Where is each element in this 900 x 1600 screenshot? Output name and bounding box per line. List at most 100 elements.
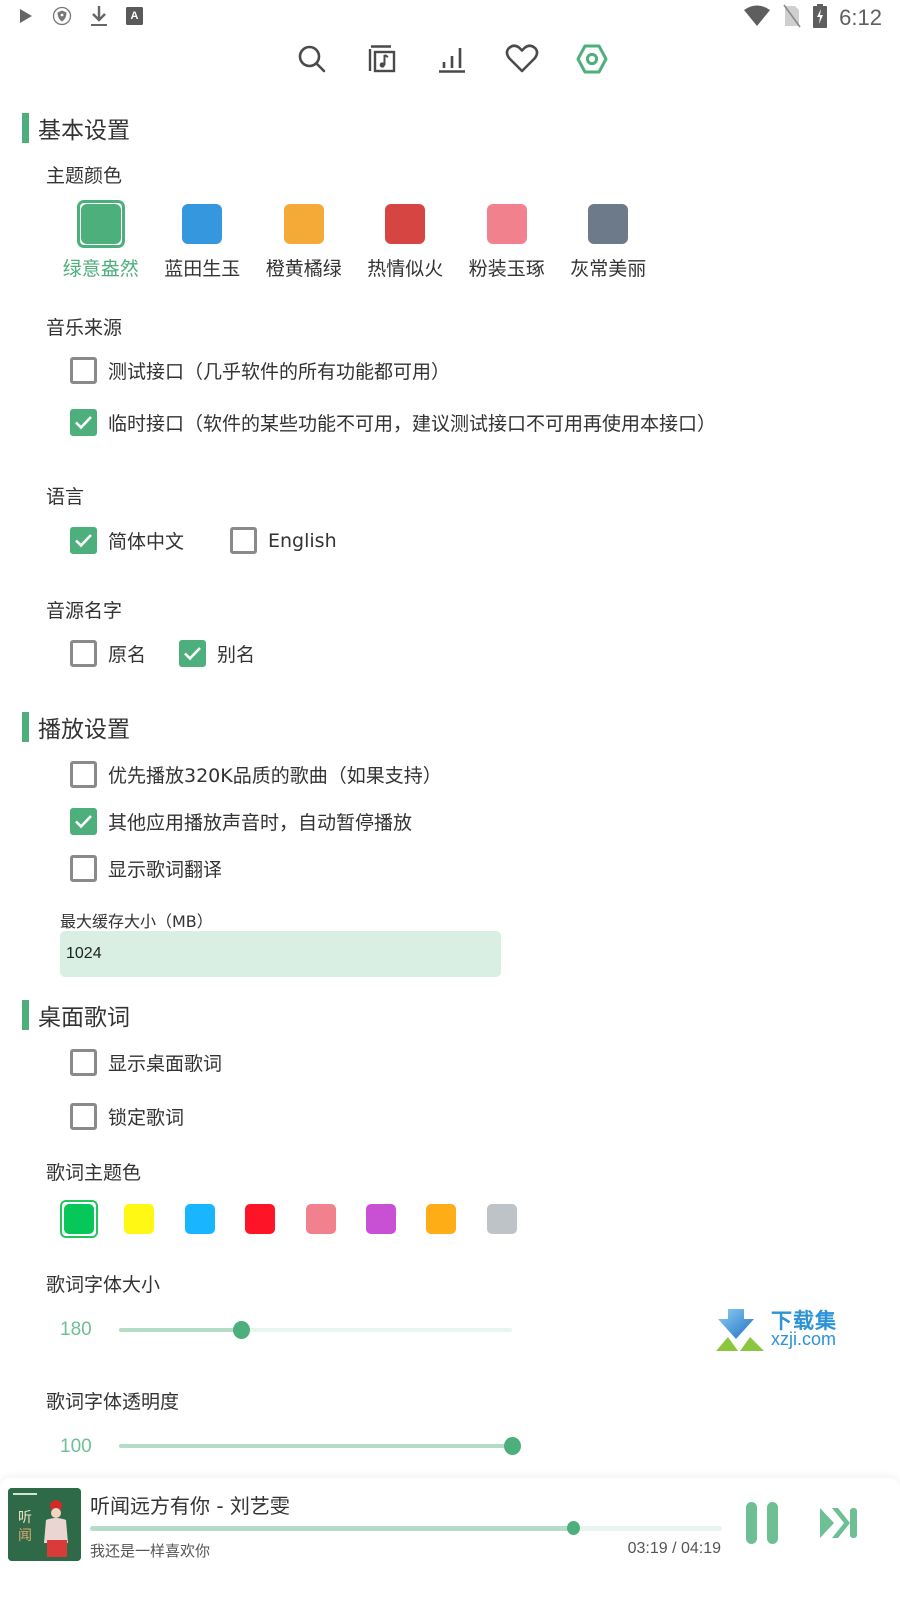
next-track-button[interactable] <box>818 1506 860 1540</box>
checkbox-label: 别名 <box>217 644 256 666</box>
wifi-icon <box>743 5 771 31</box>
checkbox-lang-en[interactable]: English <box>230 527 337 554</box>
checkbox-checked[interactable] <box>70 409 97 436</box>
checkbox-lock-lyrics[interactable]: 锁定歌词 <box>70 1103 184 1130</box>
watermark-logo: 下载集 xzji.com <box>714 1305 854 1353</box>
lyric-color-option[interactable] <box>483 1199 543 1239</box>
checkbox-auto-pause[interactable]: 其他应用播放声音时，自动暂停播放 <box>70 808 412 835</box>
checkbox-show-translation[interactable]: 显示歌词翻译 <box>70 855 222 882</box>
chart-icon <box>437 44 467 78</box>
heart-icon <box>505 44 539 78</box>
lyric-color-option[interactable] <box>241 1199 301 1239</box>
theme-swatch <box>486 204 527 244</box>
playback-progress[interactable] <box>90 1521 722 1535</box>
source-name-label: 音源名字 <box>46 600 123 622</box>
slider-thumb[interactable] <box>232 1321 250 1339</box>
status-bar-left: A <box>18 6 143 30</box>
album-art: 听 闻 <box>8 1488 81 1561</box>
music-library-icon <box>367 44 397 78</box>
theme-option[interactable]: 粉装玉琢 <box>456 200 558 281</box>
theme-name: 灰常美丽 <box>570 258 647 280</box>
cache-size-input[interactable] <box>60 931 501 977</box>
theme-option[interactable]: 橙黄橘绿 <box>253 200 355 281</box>
nav-search[interactable] <box>293 42 331 80</box>
lyric-swatch <box>426 1204 457 1234</box>
section-desktop-lyrics: 桌面歌词 <box>22 999 130 1031</box>
checkbox-label: 临时接口（软件的某些功能不可用，建议测试接口不可用再使用本接口） <box>108 413 717 435</box>
checkbox-unchecked[interactable] <box>70 855 97 882</box>
slider-thumb[interactable] <box>504 1437 521 1455</box>
checkbox-unchecked[interactable] <box>70 640 97 667</box>
nav-music-library[interactable] <box>363 42 401 80</box>
theme-color-label: 主题颜色 <box>46 165 123 187</box>
checkbox-temp-api[interactable]: 临时接口（软件的某些功能不可用，建议测试接口不可用再使用本接口） <box>70 409 716 436</box>
theme-option[interactable]: 灰常美丽 <box>558 200 660 281</box>
lyric-color-option[interactable] <box>120 1199 180 1239</box>
music-source-label: 音乐来源 <box>46 317 123 339</box>
song-title: 听闻远方有你 - 刘艺雯 <box>90 1494 290 1518</box>
status-bar-right: 6:12 <box>743 4 882 32</box>
lyric-color-option[interactable] <box>60 1199 120 1239</box>
progress-fill <box>90 1526 574 1531</box>
theme-swatch <box>385 204 426 244</box>
checkbox-checked[interactable] <box>70 527 97 554</box>
checkbox-test-api[interactable]: 测试接口（几乎软件的所有功能都可用） <box>70 357 450 384</box>
section-title: 播放设置 <box>38 717 130 743</box>
theme-option[interactable]: 蓝田生玉 <box>152 200 254 281</box>
slider-fill <box>119 1444 512 1448</box>
theme-option[interactable]: 绿意盎然 <box>50 200 152 281</box>
theme-option[interactable]: 热情似火 <box>355 200 457 281</box>
section-accent-bar <box>22 712 29 742</box>
theme-color-picker: 绿意盎然 蓝田生玉 橙黄橘绿 热情似火 粉装玉琢 灰常美丽 <box>50 200 659 281</box>
playback-time: 03:19 / 04:19 <box>627 1540 721 1557</box>
checkbox-original-name[interactable]: 原名 <box>70 640 146 667</box>
checkbox-lang-zh[interactable]: 简体中文 <box>70 527 184 554</box>
watermark-en: xzji.com <box>771 1329 837 1349</box>
album-cover[interactable]: 听 闻 <box>8 1488 81 1561</box>
lyric-font-size-slider[interactable] <box>119 1321 512 1339</box>
checkbox-unchecked[interactable] <box>70 1103 97 1130</box>
lyric-color-option[interactable] <box>362 1199 422 1239</box>
checkbox-label: 优先播放320K品质的歌曲（如果支持） <box>108 765 442 787</box>
svg-text:闻: 闻 <box>18 1528 32 1544</box>
checkbox-unchecked[interactable] <box>70 357 97 384</box>
font-icon: A <box>126 7 143 29</box>
lyric-color-option[interactable] <box>181 1199 241 1239</box>
lyric-swatch <box>64 1204 94 1234</box>
checkbox-prefer-320k[interactable]: 优先播放320K品质的歌曲（如果支持） <box>70 761 442 788</box>
lyric-swatch <box>486 1204 517 1234</box>
lyric-color-option[interactable] <box>422 1199 482 1239</box>
settings-icon <box>576 44 608 78</box>
top-navigation <box>0 42 900 84</box>
checkbox-checked[interactable] <box>179 640 206 667</box>
checkbox-show-desktop-lyrics[interactable]: 显示桌面歌词 <box>70 1049 222 1076</box>
language-label: 语言 <box>46 486 85 508</box>
checkbox-unchecked[interactable] <box>70 1049 97 1076</box>
lyric-swatch <box>365 1204 396 1234</box>
svg-text:听: 听 <box>18 1510 32 1526</box>
checkbox-unchecked[interactable] <box>70 761 97 788</box>
section-basic-settings: 基本设置 <box>22 112 130 144</box>
lyric-swatch <box>124 1204 155 1234</box>
lyric-font-size-value: 180 <box>60 1319 92 1340</box>
nav-settings[interactable] <box>573 42 611 80</box>
nav-charts[interactable] <box>433 42 471 80</box>
nav-favorites[interactable] <box>503 42 541 80</box>
skip-next-icon <box>820 1508 857 1538</box>
lyric-color-option[interactable] <box>302 1199 362 1239</box>
progress-thumb[interactable] <box>567 1521 581 1535</box>
clock: 6:12 <box>839 5 882 30</box>
pause-button[interactable] <box>746 1502 786 1544</box>
cache-size-label: 最大缓存大小（MB） <box>60 912 213 931</box>
theme-swatch <box>182 204 223 244</box>
checkbox-unchecked[interactable] <box>230 527 257 554</box>
lyric-opacity-slider[interactable] <box>119 1437 521 1455</box>
search-icon <box>297 44 327 78</box>
lyric-opacity-value: 100 <box>60 1436 92 1457</box>
checkbox-label: 其他应用播放声音时，自动暂停播放 <box>108 812 413 834</box>
lyric-swatch <box>184 1204 215 1234</box>
checkbox-checked[interactable] <box>70 808 97 835</box>
checkbox-alias-name[interactable]: 别名 <box>179 640 255 667</box>
checkbox-label: 显示歌词翻译 <box>108 859 223 881</box>
section-title: 桌面歌词 <box>38 1005 130 1031</box>
